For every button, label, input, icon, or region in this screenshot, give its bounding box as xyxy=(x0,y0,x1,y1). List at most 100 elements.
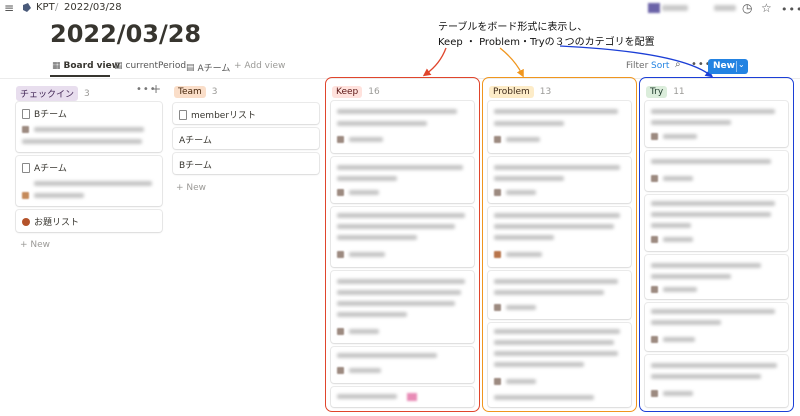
new-button[interactable]: New ⌄ xyxy=(708,59,748,74)
card[interactable]: Aチーム xyxy=(16,156,162,206)
new-card-button[interactable]: + New xyxy=(176,183,206,193)
card[interactable] xyxy=(488,207,631,267)
card[interactable] xyxy=(331,157,474,203)
redacted-text xyxy=(494,235,554,240)
new-card-button[interactable]: + New xyxy=(20,240,50,250)
avatar xyxy=(337,251,344,258)
filter-button[interactable]: Filter xyxy=(626,61,648,71)
redacted-text xyxy=(337,109,457,114)
card-title: Aチーム xyxy=(179,136,212,146)
redacted-text xyxy=(651,274,731,279)
search-icon[interactable]: ⌕ xyxy=(675,59,681,70)
avatar xyxy=(651,286,658,293)
sort-button[interactable]: Sort xyxy=(651,61,669,71)
arrow-to-problem xyxy=(499,47,524,78)
card[interactable] xyxy=(645,151,788,191)
column-tag: Team xyxy=(174,86,206,98)
tab-label: Board view xyxy=(63,61,121,71)
card[interactable]: Bチーム xyxy=(16,102,162,152)
card[interactable]: memberリスト xyxy=(173,103,319,124)
avatar xyxy=(337,328,344,335)
redacted-text xyxy=(651,263,761,268)
redacted-text xyxy=(663,237,693,242)
card[interactable] xyxy=(645,101,788,147)
card[interactable] xyxy=(331,271,474,343)
redacted-text xyxy=(663,337,695,342)
redacted-text xyxy=(651,159,771,164)
avatar xyxy=(494,189,501,196)
redacted-text xyxy=(337,353,437,358)
redacted-text xyxy=(494,290,604,295)
card[interactable] xyxy=(488,157,631,203)
board-icon: ▦ xyxy=(52,61,61,71)
card[interactable] xyxy=(645,195,788,251)
add-view-button[interactable]: + Add view xyxy=(234,61,285,71)
card[interactable] xyxy=(331,207,474,267)
redacted-text xyxy=(651,223,691,228)
document-icon xyxy=(179,109,187,120)
redacted-text xyxy=(34,181,152,186)
card[interactable] xyxy=(331,101,474,153)
column-count: 3 xyxy=(84,88,90,99)
chevron-down-icon[interactable]: ⌄ xyxy=(738,60,745,69)
tab-current-period[interactable]: ▤ currentPeriod xyxy=(114,61,186,71)
redacted-text xyxy=(337,394,397,399)
card[interactable] xyxy=(488,323,631,407)
card[interactable]: Aチーム xyxy=(173,128,319,149)
card[interactable] xyxy=(645,255,788,299)
card[interactable] xyxy=(488,101,631,153)
redacted-text xyxy=(22,139,142,144)
redacted-text xyxy=(651,309,775,314)
card[interactable]: Bチーム xyxy=(173,153,319,174)
column-tag: Try xyxy=(646,86,668,98)
tab-board-view[interactable]: ▦ Board view xyxy=(52,61,120,71)
divider xyxy=(736,61,737,72)
redacted-text xyxy=(506,379,536,384)
card[interactable] xyxy=(331,347,474,383)
redacted-text xyxy=(34,127,144,132)
card[interactable]: お題リスト xyxy=(16,210,162,232)
plus-icon[interactable]: + xyxy=(151,82,161,96)
redacted-text xyxy=(506,137,540,142)
redacted-text xyxy=(494,165,620,170)
redacted-text xyxy=(494,176,564,181)
redacted-text xyxy=(337,165,463,170)
table-icon: ▤ xyxy=(186,62,195,73)
avatar xyxy=(651,175,658,182)
avatar xyxy=(494,251,501,258)
card[interactable] xyxy=(645,355,788,407)
column-tag: Problem xyxy=(489,86,534,98)
card-title: Aチーム xyxy=(34,164,67,174)
avatar xyxy=(494,136,501,143)
new-button-label: New xyxy=(713,61,735,71)
redacted-text xyxy=(349,137,383,142)
avatar xyxy=(337,136,344,143)
column-header-keep[interactable]: Keep 16 xyxy=(332,86,380,98)
column-header-team[interactable]: Team 3 xyxy=(174,86,218,98)
redacted-text xyxy=(494,224,614,229)
document-icon xyxy=(22,162,30,173)
redacted-text xyxy=(337,235,417,240)
redacted-text xyxy=(506,190,536,195)
redacted-text xyxy=(506,305,536,310)
redacted-text xyxy=(494,109,618,114)
redacted-text xyxy=(349,252,385,257)
card-title: Bチーム xyxy=(34,110,67,120)
emoji-icon xyxy=(22,217,30,226)
avatar xyxy=(494,304,501,311)
avatar xyxy=(22,192,29,199)
redacted-text xyxy=(337,301,455,306)
column-header-try[interactable]: Try 11 xyxy=(646,86,685,98)
redacted-text xyxy=(494,362,584,367)
card[interactable] xyxy=(645,303,788,351)
redacted-text xyxy=(494,395,594,400)
avatar xyxy=(22,126,29,133)
card[interactable] xyxy=(488,271,631,319)
column-header-problem[interactable]: Problem 13 xyxy=(489,86,551,98)
card[interactable] xyxy=(331,387,474,407)
avatar xyxy=(651,336,658,343)
redacted-text xyxy=(337,121,427,126)
tab-a-team[interactable]: ▤ Aチーム xyxy=(186,61,230,75)
redacted-text xyxy=(663,287,697,292)
column-header-checkin[interactable]: チェックイン 3 xyxy=(16,86,90,101)
